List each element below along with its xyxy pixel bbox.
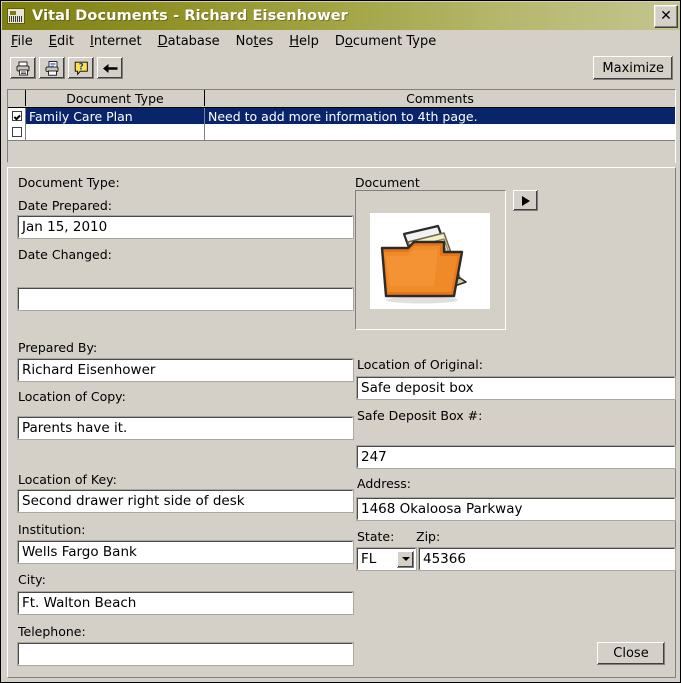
document-group-label: Document	[355, 175, 420, 190]
state-label: State:	[357, 529, 395, 544]
app-icon	[7, 8, 25, 24]
print-preview-icon	[45, 60, 59, 76]
telephone-label: Telephone:	[18, 624, 86, 639]
print-preview-button[interactable]	[39, 57, 65, 79]
menu-help[interactable]: Help	[289, 34, 319, 49]
help-icon: ?	[74, 61, 88, 76]
orange-folder-with-papers-icon	[380, 224, 467, 304]
table-row[interactable]: Family Care Plan Need to add more inform…	[8, 108, 675, 124]
safe-deposit-box-label: Safe Deposit Box #:	[357, 408, 483, 423]
date-changed-input[interactable]	[18, 288, 353, 310]
menu-database[interactable]: Database	[158, 34, 220, 49]
documents-grid: Document Type Comments Family Care Plan …	[7, 89, 676, 164]
date-prepared-label: Date Prepared:	[18, 198, 113, 213]
close-window-button[interactable]: ✕	[654, 4, 678, 28]
print-button[interactable]	[10, 57, 36, 79]
maximize-button[interactable]: Maximize	[593, 56, 673, 80]
row-document-type: Family Care Plan	[26, 108, 205, 124]
titlebar: Vital Documents - Richard Eisenhower ✕	[2, 2, 680, 30]
location-of-key-label: Location of Key:	[18, 472, 117, 487]
close-button[interactable]: Close	[597, 642, 665, 665]
address-input[interactable]: 1468 Okaloosa Parkway	[357, 498, 675, 520]
row-document-type	[26, 124, 205, 140]
row-comments	[205, 124, 675, 140]
row-checkbox-cell[interactable]	[8, 124, 26, 140]
institution-input[interactable]: Wells Fargo Bank	[18, 541, 353, 563]
location-of-copy-input[interactable]: Parents have it.	[18, 417, 353, 439]
city-input[interactable]: Ft. Walton Beach	[18, 592, 353, 614]
menubar: File Edit Internet Database Notes Help D…	[2, 30, 680, 52]
menu-notes[interactable]: Notes	[236, 34, 274, 49]
menu-document-type[interactable]: Document Type	[335, 34, 436, 49]
view-document-button[interactable]	[513, 190, 538, 211]
help-button[interactable]: ?	[68, 57, 94, 79]
checkbox-unchecked-icon[interactable]	[11, 127, 22, 137]
city-label: City:	[18, 572, 46, 587]
institution-label: Institution:	[18, 522, 86, 537]
date-changed-label: Date Changed:	[18, 247, 112, 262]
location-of-original-label: Location of Original:	[357, 357, 483, 372]
location-of-original-input[interactable]: Safe deposit box	[357, 377, 675, 399]
prepared-by-label: Prepared By:	[18, 340, 98, 355]
telephone-input[interactable]	[18, 643, 353, 665]
window-title: Vital Documents - Richard Eisenhower	[32, 8, 348, 24]
menu-internet[interactable]: Internet	[90, 34, 142, 49]
location-of-copy-label: Location of Copy:	[18, 389, 126, 404]
play-triangle-icon	[521, 195, 530, 206]
document-preview-image[interactable]	[370, 213, 490, 309]
document-preview-frame	[355, 190, 506, 330]
grid-header-row: Document Type Comments	[8, 90, 675, 108]
grid-header-document-type[interactable]: Document Type	[26, 90, 205, 106]
state-select[interactable]: FL	[357, 548, 416, 570]
grid-header-checkbox	[8, 90, 26, 106]
row-comments: Need to add more information to 4th page…	[208, 108, 478, 124]
document-type-label: Document Type:	[18, 175, 120, 190]
print-icon	[16, 61, 30, 75]
toolbar: ? Maximize	[2, 53, 680, 83]
menu-file[interactable]: File	[11, 34, 33, 49]
svg-text:?: ?	[78, 62, 83, 72]
prepared-by-input[interactable]: Richard Eisenhower	[18, 359, 353, 381]
table-row[interactable]	[8, 124, 675, 140]
state-selected-value: FL	[361, 551, 377, 567]
row-checkbox-cell[interactable]	[8, 108, 26, 124]
location-of-key-input[interactable]: Second drawer right side of desk	[18, 490, 353, 512]
zip-label: Zip:	[416, 529, 441, 544]
back-button[interactable]	[97, 57, 123, 79]
menu-edit[interactable]: Edit	[49, 34, 74, 49]
document-details-panel: Document Type: Date Prepared: Jan 15, 20…	[7, 167, 676, 678]
address-label: Address:	[357, 476, 411, 491]
chevron-down-icon	[401, 557, 410, 561]
back-arrow-icon	[102, 63, 117, 73]
date-prepared-input[interactable]: Jan 15, 2010	[18, 216, 353, 238]
grid-header-comments[interactable]: Comments	[205, 90, 675, 106]
checkbox-checked-icon[interactable]	[11, 111, 22, 121]
grid-empty-area	[8, 140, 675, 164]
safe-deposit-box-input[interactable]: 247	[357, 446, 675, 468]
vital-documents-window: Vital Documents - Richard Eisenhower ✕ F…	[0, 0, 681, 683]
zip-input[interactable]: 45366	[419, 548, 675, 570]
state-dropdown-button[interactable]	[397, 550, 414, 568]
